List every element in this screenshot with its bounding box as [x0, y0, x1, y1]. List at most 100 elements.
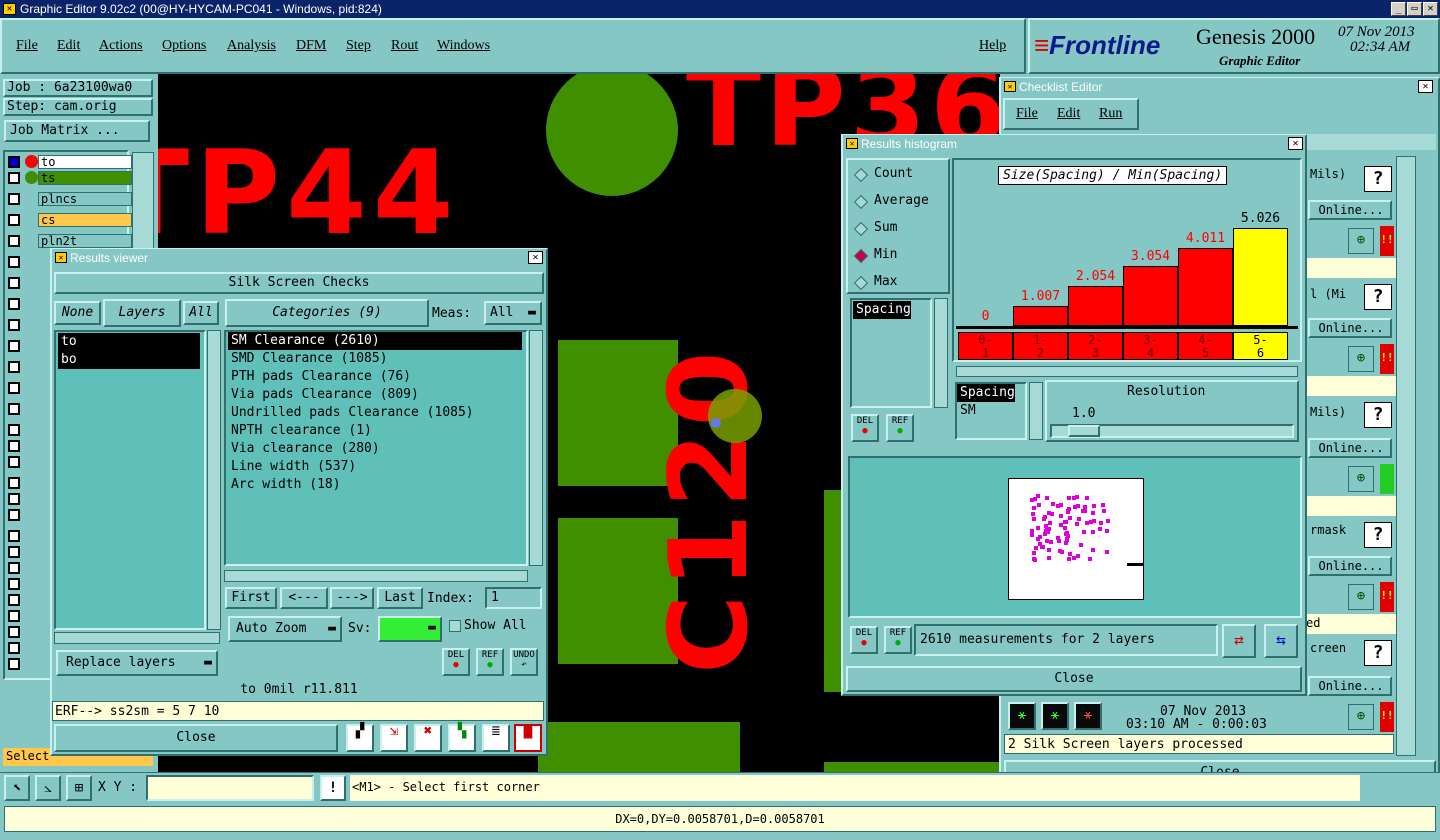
histogram-icon[interactable]: ▇: [514, 724, 542, 752]
histogram-list[interactable]: Spacing: [850, 298, 932, 408]
layer-checkbox[interactable]: [8, 382, 20, 394]
map-del-button[interactable]: DEL ●: [850, 626, 878, 654]
result-layer-item[interactable]: to: [58, 333, 200, 351]
ref-button[interactable]: REF ●: [476, 648, 504, 676]
next-button[interactable]: --->: [330, 587, 374, 609]
layer-checkbox[interactable]: [8, 277, 20, 289]
checklist-menu-edit[interactable]: Edit: [1057, 106, 1080, 122]
category-item[interactable]: SM Clearance (2610): [228, 332, 522, 350]
filter-item[interactable]: SM: [957, 402, 1025, 420]
results-layer-list[interactable]: to bo: [54, 330, 206, 630]
help-question-icon[interactable]: ?: [1364, 402, 1392, 428]
stat-radio-min[interactable]: Min: [853, 247, 944, 265]
sv-color-dropdown[interactable]: ▬: [378, 616, 442, 642]
result-layer-item[interactable]: bo: [58, 351, 200, 369]
maximize-icon[interactable]: ▭: [1407, 2, 1422, 16]
run-selected-icon[interactable]: ⚹: [1041, 702, 1069, 730]
alert-message-icon[interactable]: !: [320, 775, 346, 801]
first-button[interactable]: First: [225, 587, 277, 609]
measure-icon[interactable]: ⦣: [35, 775, 61, 801]
job-matrix-button[interactable]: Job Matrix ...: [4, 120, 150, 142]
histogram-list-item[interactable]: Spacing: [853, 301, 911, 319]
checklist-scrollbar[interactable]: [1396, 156, 1416, 756]
layer-checkbox[interactable]: [8, 456, 20, 468]
category-list[interactable]: SM Clearance (2610) SMD Clearance (1085) P…: [224, 330, 528, 566]
layers-toggle-button[interactable]: Layers: [103, 299, 181, 327]
menu-actions[interactable]: Actions: [99, 38, 143, 54]
online-button[interactable]: Online...: [1308, 438, 1392, 458]
layer-checkbox[interactable]: [8, 578, 20, 590]
layer-checkbox[interactable]: [8, 235, 20, 247]
layer-checkbox[interactable]: [8, 361, 20, 373]
histogram-bar[interactable]: [1013, 306, 1068, 326]
stat-radio-sum[interactable]: Sum: [853, 220, 944, 238]
del-button[interactable]: DEL ●: [442, 648, 470, 676]
snap-icon[interactable]: ⊞: [66, 775, 92, 801]
meas-dropdown[interactable]: All ▬: [484, 301, 542, 325]
xy-input[interactable]: [146, 775, 314, 801]
category-item[interactable]: PTH pads Clearance (76): [228, 368, 522, 386]
export-icon[interactable]: ⇲: [380, 724, 408, 752]
layer-checkbox[interactable]: [8, 530, 20, 542]
checklist-close-icon[interactable]: ✕: [1418, 80, 1433, 93]
layer-checkbox[interactable]: [8, 610, 20, 622]
online-button[interactable]: Online...: [1308, 318, 1392, 338]
filter-list-scrollbar[interactable]: [1029, 382, 1043, 440]
map-ref-button[interactable]: REF ●: [884, 626, 912, 654]
minimize-icon[interactable]: _: [1391, 2, 1406, 16]
report-icon[interactable]: ▞: [346, 724, 374, 752]
histogram-range-label[interactable]: 0- 1: [958, 332, 1013, 360]
run-icon[interactable]: ⚹: [1008, 702, 1036, 730]
category-item[interactable]: Via pads Clearance (809): [228, 386, 522, 404]
replace-layers-dropdown[interactable]: Replace layers ▬: [56, 650, 218, 676]
layer-row-pln2t[interactable]: pln2t: [8, 234, 132, 248]
layer-checkbox[interactable]: [8, 477, 20, 489]
layer-swap-icon[interactable]: ⇄: [1222, 624, 1256, 658]
stop-icon[interactable]: ⚹: [1074, 702, 1102, 730]
index-input[interactable]: 1: [485, 587, 542, 609]
histogram-bar[interactable]: [1068, 286, 1123, 326]
zoom-icon[interactable]: ⊕: [1348, 584, 1374, 610]
layer-checkbox[interactable]: [8, 298, 20, 310]
last-button[interactable]: Last: [377, 587, 423, 609]
menu-windows[interactable]: Windows: [437, 38, 490, 54]
resolution-slider-thumb[interactable]: [1068, 425, 1100, 437]
histogram-close-button[interactable]: Close: [846, 666, 1302, 692]
histogram-bar[interactable]: [1233, 228, 1288, 326]
layer-swap-reverse-icon[interactable]: ⇆: [1264, 624, 1298, 658]
layer-checkbox[interactable]: [8, 546, 20, 558]
layer-checkbox[interactable]: [8, 642, 20, 654]
layer-checkbox[interactable]: [8, 403, 20, 415]
layer-row-plncs[interactable]: plncs: [8, 192, 132, 206]
layer-checkbox[interactable]: [8, 493, 20, 505]
menu-step[interactable]: Step: [346, 38, 371, 54]
categories-toggle-button[interactable]: Categories (9): [225, 299, 429, 327]
category-item[interactable]: NPTH clearance (1): [228, 422, 522, 440]
delete-results-icon[interactable]: ✖: [414, 724, 442, 752]
layer-list-scrollbar[interactable]: [207, 330, 221, 630]
menu-rout[interactable]: Rout: [391, 38, 418, 54]
histogram-range-label[interactable]: 4- 5: [1178, 332, 1233, 360]
layer-row-ts[interactable]: ts: [8, 171, 132, 185]
layer-checkbox[interactable]: [8, 340, 20, 352]
help-question-icon[interactable]: ?: [1364, 522, 1392, 548]
histogram-del-button[interactable]: DEL ●: [851, 414, 879, 442]
category-list-hscrollbar[interactable]: [224, 570, 528, 582]
layer-checkbox[interactable]: [8, 658, 20, 670]
histogram-hscrollbar[interactable]: [956, 366, 1298, 377]
prev-button[interactable]: <---: [280, 587, 328, 609]
zoom-icon[interactable]: ⊕: [1348, 466, 1374, 492]
online-button[interactable]: Online...: [1308, 556, 1392, 576]
results-viewer-close-icon[interactable]: ✕: [528, 251, 543, 264]
category-list-scrollbar[interactable]: [529, 330, 543, 566]
help-question-icon[interactable]: ?: [1364, 640, 1392, 666]
category-item[interactable]: Via clearance (280): [228, 440, 522, 458]
stat-radio-average[interactable]: Average: [853, 193, 944, 211]
pan-icon[interactable]: ⬉: [4, 775, 30, 801]
graph-icon[interactable]: ▚: [448, 724, 476, 752]
menu-edit[interactable]: Edit: [57, 38, 80, 54]
layer-checkbox[interactable]: [8, 319, 20, 331]
menu-dfm[interactable]: DFM: [296, 38, 326, 54]
category-item[interactable]: Line width (537): [228, 458, 522, 476]
filter-item[interactable]: Spacing: [957, 384, 1015, 402]
